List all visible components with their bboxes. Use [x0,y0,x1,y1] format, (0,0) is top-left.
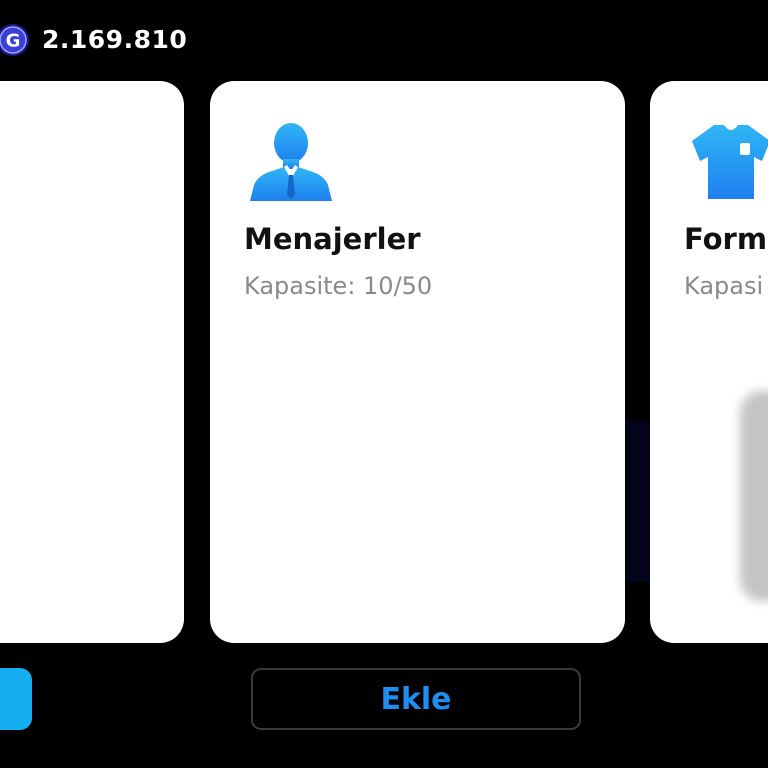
card-managers-title: Menajerler [244,222,421,256]
left-action-button[interactable] [0,668,32,730]
card-left[interactable]: 00 [0,81,184,643]
currency-amount: 2.169.810 [42,25,188,54]
card-managers-capacity: Kapasite: 10/50 [244,272,433,300]
screen: G 2.169.810 00 Menajerler [0,0,768,768]
card-kits-capacity: Kapasi [684,272,764,300]
add-button[interactable]: Ekle [251,668,581,730]
card-managers[interactable]: Menajerler Kapasite: 10/50 [210,81,625,643]
g-coin-icon: G [0,24,29,56]
overlay-panel [740,391,768,601]
card-kits[interactable]: Forma Kapasi [650,81,768,643]
jersey-icon [692,125,768,199]
coin-letter: G [6,31,21,52]
card-kits-title: Forma [684,222,768,256]
background-strip [626,420,650,582]
manager-person-icon [250,123,332,201]
